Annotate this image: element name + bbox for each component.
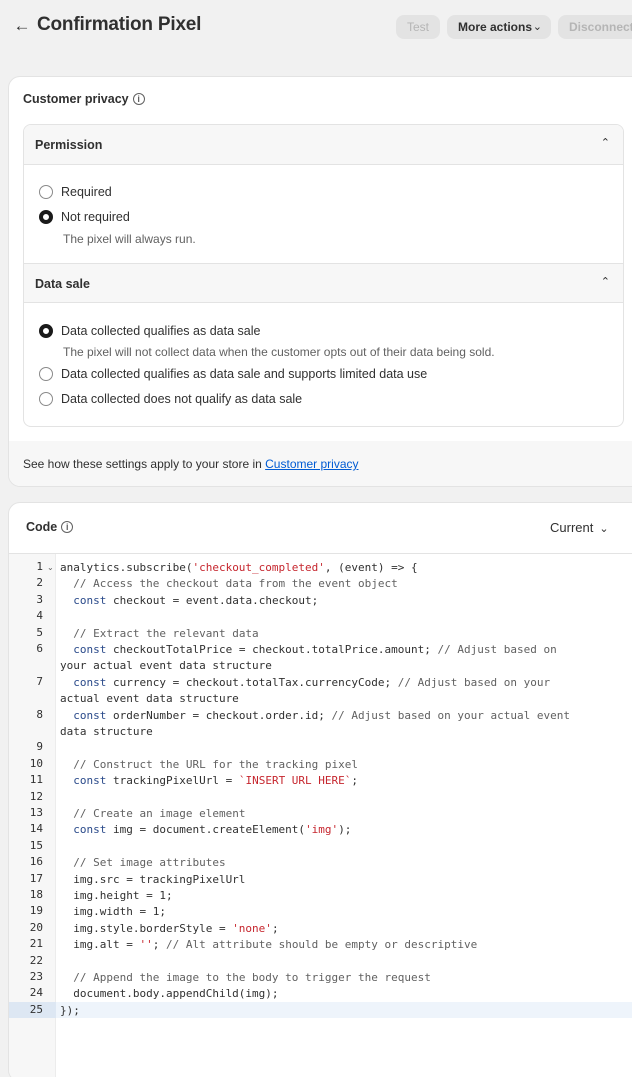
code-editor[interactable]: 1 ⌄ analytics.subscribe('checkout_complete… <box>9 553 632 1077</box>
code-card: Code i Current ⌄ 1 ⌄ analytics.subscribe('ch… <box>8 502 632 1077</box>
line-number: 11 <box>29 773 43 787</box>
page-header: ← Confirmation Pixel Test More actions ⌄… <box>0 0 632 54</box>
line-number: 20 <box>29 920 43 934</box>
code-line: const checkoutTotalPrice = checkout.tota… <box>73 643 557 656</box>
code-line: const trackingPixelUrl = `INSERT URL HER… <box>73 774 359 788</box>
radio-not-required[interactable] <box>39 210 53 224</box>
radio-qualifies[interactable] <box>39 324 53 338</box>
line-number: 1 <box>36 560 43 573</box>
line-number: 22 <box>29 953 43 967</box>
code-line: const currency = checkout.totalTax.curre… <box>73 675 551 689</box>
chevron-down-icon: ⌄ <box>532 21 542 33</box>
line-number: 13 <box>29 806 43 819</box>
line-number: 9 <box>36 740 43 754</box>
line-number: 19 <box>29 904 43 918</box>
version-selector[interactable]: Current ⌄ <box>550 520 609 535</box>
permission-section-header[interactable]: Permission ⌃ <box>24 125 623 165</box>
line-number: 24 <box>29 986 43 1000</box>
version-label: Current <box>550 520 594 535</box>
code-line: }); <box>60 1003 80 1017</box>
data-sale-option-label: Data collected qualifies as data sale an… <box>61 367 428 381</box>
code-line: img.alt = ''; // Alt attribute should be… <box>60 938 478 952</box>
line-number: 7 <box>36 674 43 688</box>
code-line: actual event data structure <box>60 692 239 706</box>
line-number: 6 <box>36 642 43 655</box>
code-line: img.width = 1; <box>60 905 166 919</box>
more-actions-label: More actions <box>458 20 533 34</box>
code-line: const checkout = event.data.checkout; <box>73 593 319 607</box>
privacy-settings-panel: Permission ⌃ Required Not required The p… <box>23 124 624 427</box>
code-line: // Append the image to the body to trigg… <box>73 971 431 984</box>
line-number: 5 <box>36 625 43 639</box>
radio-limited-use[interactable] <box>39 367 53 381</box>
code-line: // Create an image element <box>73 807 246 820</box>
permission-option-label: Required <box>61 185 112 199</box>
disconnect-button[interactable]: Disconnect <box>558 15 632 39</box>
code-line: img.style.borderStyle = 'none'; <box>60 921 279 935</box>
test-button[interactable]: Test <box>396 15 440 39</box>
line-number: 12 <box>29 789 43 803</box>
code-title: Code i <box>26 520 74 534</box>
line-number: 2 <box>36 576 43 590</box>
code-line: const orderNumber = checkout.order.id; /… <box>73 708 570 722</box>
customer-privacy-label: Customer privacy <box>23 92 129 106</box>
permission-help-text: The pixel will always run. <box>63 232 196 246</box>
fold-caret-icon[interactable]: ⌄ <box>47 563 54 572</box>
line-number: 15 <box>29 838 43 852</box>
data-sale-option-label: Data collected qualifies as data sale <box>61 324 261 338</box>
permission-option-label: Not required <box>61 210 130 224</box>
code-line: img.src = trackingPixelUrl <box>60 872 246 886</box>
code-line: // Access the checkout data from the eve… <box>73 577 398 591</box>
code-line: // Set image attributes <box>73 856 226 870</box>
data-sale-section-header[interactable]: Data sale ⌃ <box>24 263 623 303</box>
line-number: 16 <box>29 855 43 869</box>
code-line: analytics.subscribe('checkout_completed'… <box>60 561 418 574</box>
page-title: Confirmation Pixel <box>37 14 202 35</box>
customer-privacy-card: Customer privacy i Permission ⌃ Required … <box>8 76 632 487</box>
privacy-footer-text: See how these settings apply to your sto… <box>23 457 359 471</box>
line-number: 10 <box>29 756 43 770</box>
chevron-down-icon: ⌄ <box>599 523 609 535</box>
code-line: data structure <box>60 725 153 738</box>
code-line: // Extract the relevant data <box>73 626 259 640</box>
code-title-label: Code <box>26 520 58 534</box>
info-icon[interactable]: i <box>61 520 74 533</box>
code-line: const img = document.createElement('img'… <box>73 823 352 837</box>
line-number: 25 <box>29 1002 43 1016</box>
data-sale-heading: Data sale <box>35 277 90 291</box>
radio-not-qualify[interactable] <box>39 392 53 406</box>
line-number: 18 <box>29 888 43 901</box>
line-number: 14 <box>29 822 43 836</box>
line-number: 3 <box>36 592 43 606</box>
data-sale-help-text: The pixel will not collect data when the… <box>63 345 495 359</box>
customer-privacy-link[interactable]: Customer privacy <box>265 457 358 471</box>
code-line: your actual event data structure <box>60 659 272 673</box>
chevron-up-icon: ⌃ <box>600 276 610 288</box>
privacy-footer-prefix: See how these settings apply to your sto… <box>23 457 266 471</box>
radio-required[interactable] <box>39 185 53 199</box>
line-number: 17 <box>29 871 43 885</box>
chevron-up-icon: ⌃ <box>600 137 610 149</box>
code-line: // Construct the URL for the tracking pi… <box>73 757 359 771</box>
code-line: img.height = 1; <box>60 889 173 902</box>
customer-privacy-title: Customer privacy i <box>23 92 145 106</box>
line-number: 8 <box>36 707 43 721</box>
data-sale-option-label: Data collected does not qualify as data … <box>61 392 303 406</box>
line-number: 21 <box>29 937 43 951</box>
privacy-footer: See how these settings apply to your sto… <box>9 441 632 486</box>
line-number: 23 <box>29 970 43 983</box>
code-line: document.body.appendChild(img); <box>60 987 279 1001</box>
more-actions-button[interactable]: More actions ⌄ <box>447 15 551 39</box>
info-icon[interactable]: i <box>132 92 145 105</box>
arrow-left-icon[interactable]: ← <box>13 17 31 35</box>
line-number: 4 <box>36 609 43 623</box>
permission-heading: Permission <box>35 138 103 152</box>
